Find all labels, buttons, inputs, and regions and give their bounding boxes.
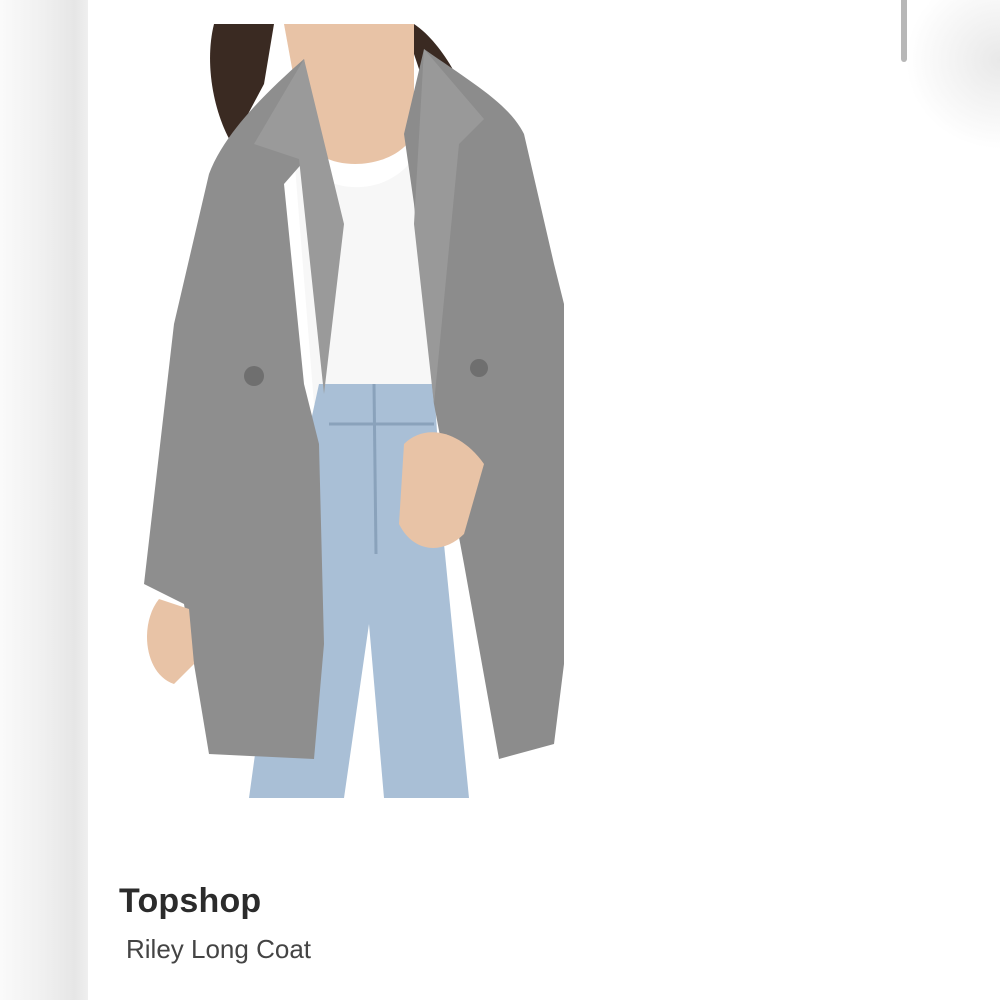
coat-button-left (244, 366, 264, 386)
coat-photo-illustration (144, 24, 564, 798)
scroll-indicator[interactable] (901, 0, 907, 62)
product-photo[interactable] (114, 24, 564, 798)
product-title: Riley Long Coat (126, 934, 311, 964)
brand-name: Topshop (119, 882, 262, 920)
coat-button-right (470, 359, 488, 377)
product-card[interactable]: Topshop Riley Long Coat (88, 0, 1000, 1000)
previous-card-edge[interactable] (0, 0, 88, 1000)
listing-screen: Topshop Riley Long Coat (0, 0, 1000, 1000)
left-hand (147, 599, 194, 684)
